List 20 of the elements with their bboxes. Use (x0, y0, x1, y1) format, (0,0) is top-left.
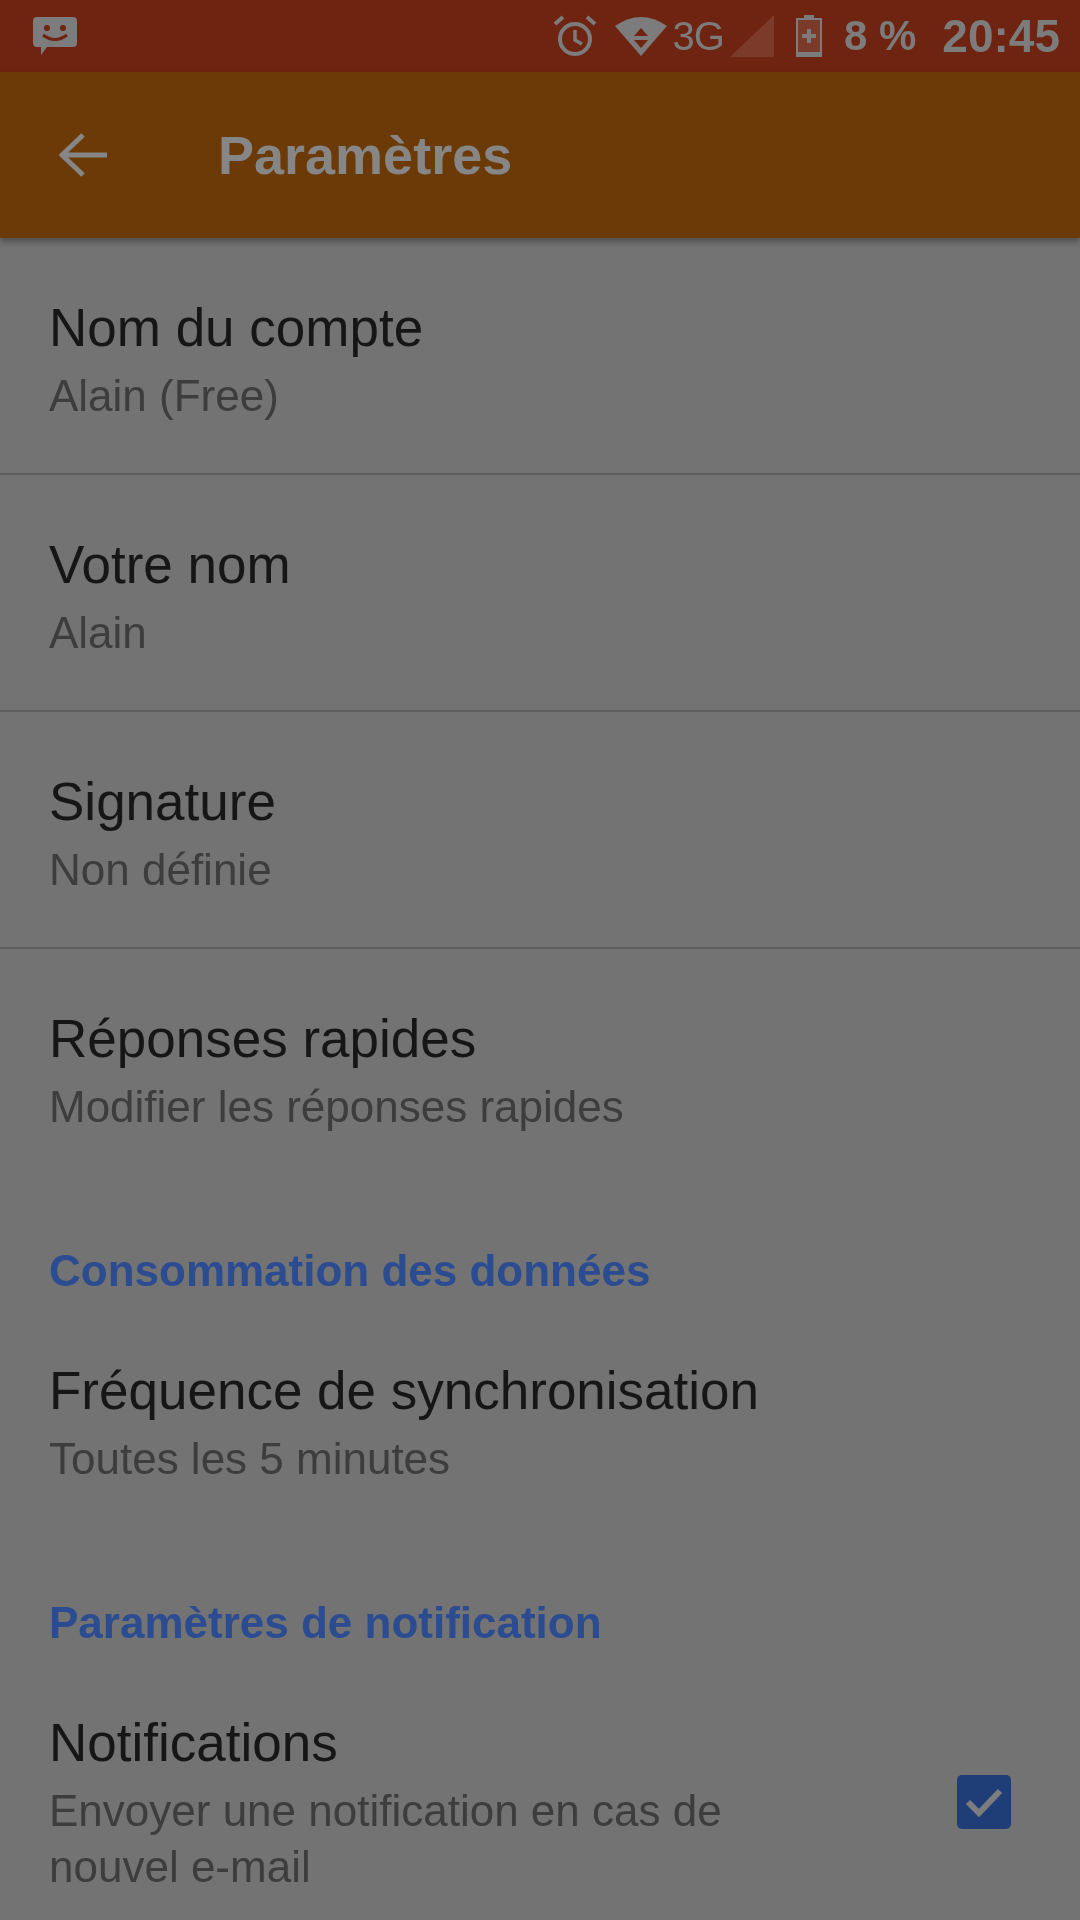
setting-title: Fréquence de synchronisation (49, 1360, 760, 1422)
network-type: 3G (672, 13, 724, 60)
signal-icon (729, 15, 774, 57)
arrow-left-icon (59, 133, 109, 177)
battery-percentage: 8 % (843, 11, 917, 61)
section-header: Consommation des données (49, 1245, 651, 1297)
setting-title: Signature (49, 771, 276, 833)
smiley-chat-icon (33, 17, 77, 55)
setting-title: Votre nom (49, 534, 291, 596)
checkmark-icon (965, 1787, 1003, 1817)
clock-time: 20:45 (942, 10, 1060, 62)
notifications-checkbox[interactable] (957, 1775, 1011, 1829)
wifi-icon (614, 16, 667, 56)
alarm-clock-icon (552, 15, 597, 57)
screen-title: Paramètres (218, 124, 513, 187)
setting-title: Notifications (49, 1712, 338, 1774)
battery-icon (795, 15, 822, 57)
setting-title: Réponses rapides (49, 1008, 477, 1070)
setting-title: Nom du compte (49, 297, 424, 359)
section-header: Paramètres de notification (49, 1597, 602, 1649)
